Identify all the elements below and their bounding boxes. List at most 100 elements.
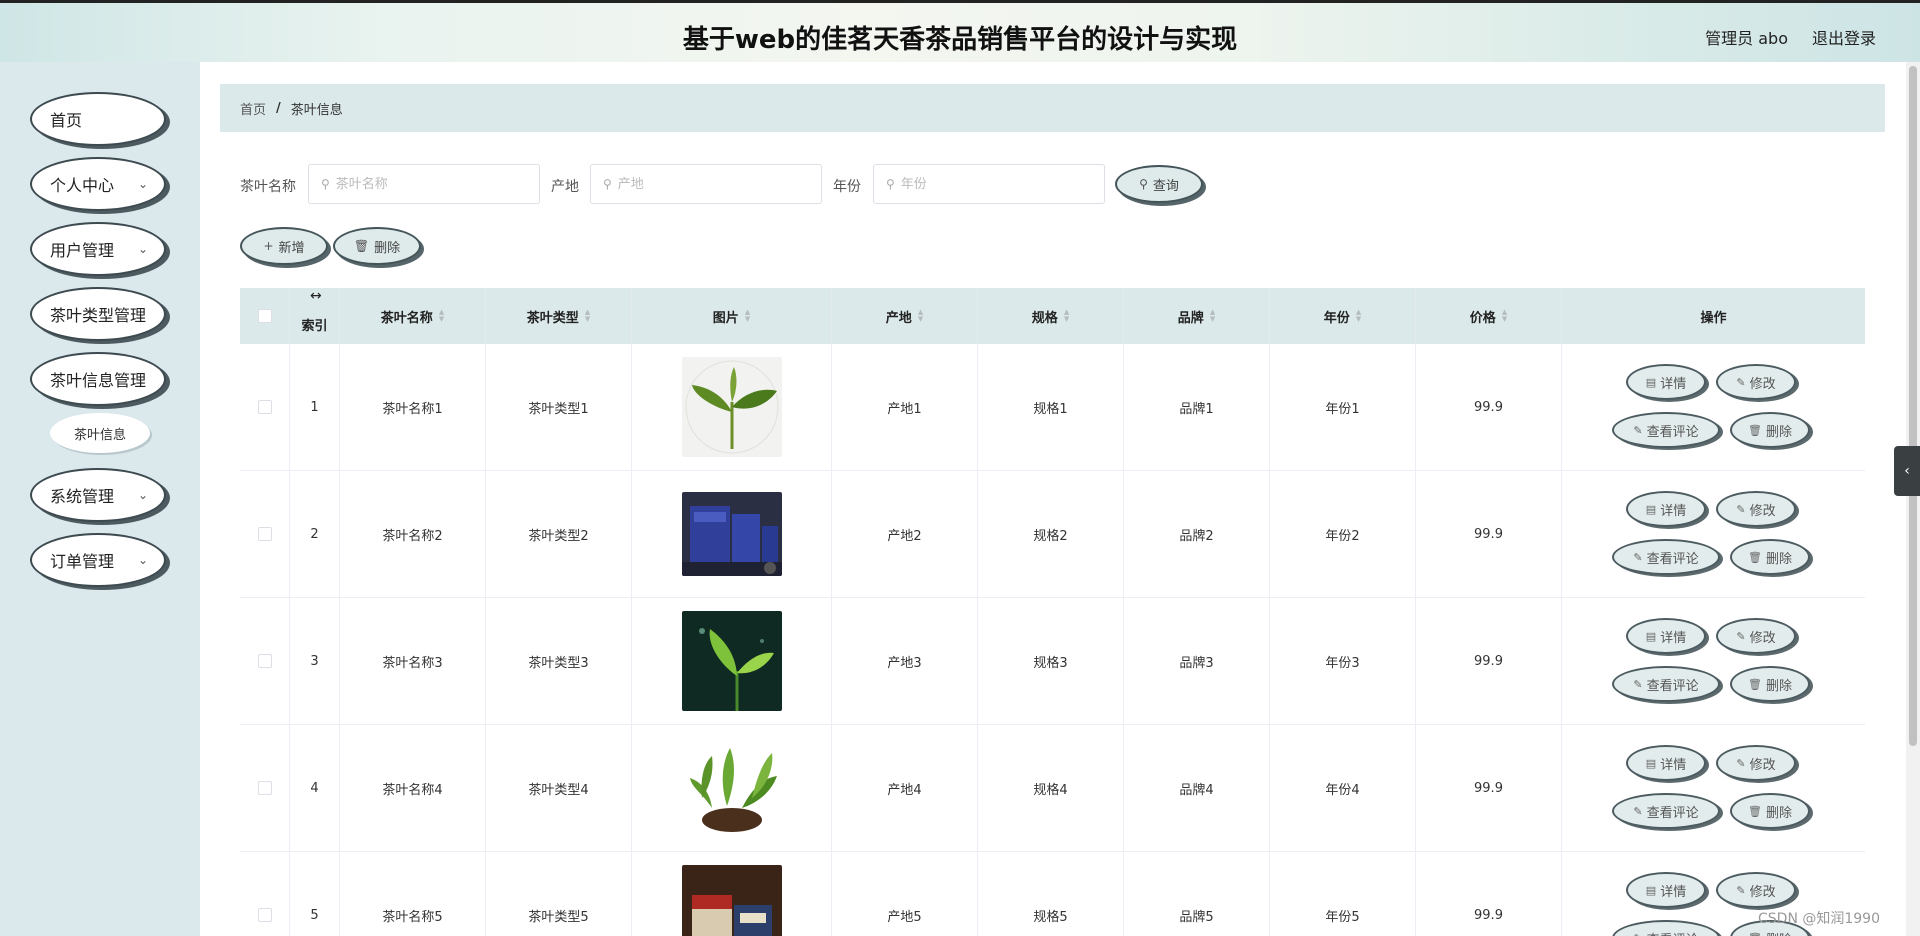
cell-year: 年份1 xyxy=(1270,344,1416,470)
cell-brand: 品牌3 xyxy=(1124,598,1270,724)
add-button[interactable]: + 新增 xyxy=(240,227,328,265)
cell-index: 5 xyxy=(290,852,340,936)
column-header-brand[interactable]: 品牌 ▲ ▼ xyxy=(1124,288,1270,344)
column-header-year[interactable]: 年份 ▲ ▼ xyxy=(1270,288,1416,344)
sidebar-subitem-tea-info[interactable]: 茶叶信息 xyxy=(50,413,150,453)
query-button[interactable]: ⚲ 查询 xyxy=(1115,165,1203,203)
row-select-cell xyxy=(240,598,290,724)
search-origin-label: 产地 xyxy=(551,179,579,195)
row-select-cell xyxy=(240,344,290,470)
cell-actions: ▤详情 ✎修改 ✎查看评论 🗑删除 xyxy=(1562,471,1865,597)
column-resize-icon[interactable]: ↔ xyxy=(310,288,322,304)
tea-image xyxy=(681,865,782,936)
delete-button[interactable]: 🗑删除 xyxy=(1730,539,1810,575)
detail-button[interactable]: ▤ 详情 xyxy=(1626,745,1706,781)
cell-price: 99.9 xyxy=(1416,344,1562,470)
column-header-origin[interactable]: 产地 ▲ ▼ xyxy=(832,288,978,344)
sidebar-item-profile[interactable]: 个人中心 ⌄ xyxy=(30,157,166,211)
column-header-spec[interactable]: 规格 ▲ ▼ xyxy=(978,288,1124,344)
search-icon: ⚲ xyxy=(886,177,895,191)
scrollbar-thumb[interactable] xyxy=(1909,66,1917,746)
cell-index: 2 xyxy=(290,471,340,597)
trash-icon: 🗑 xyxy=(1748,677,1762,691)
sort-icon: ▲ ▼ xyxy=(1501,308,1508,323)
breadcrumb-home[interactable]: 首页 xyxy=(240,99,266,118)
column-header-price[interactable]: 价格 ▲ ▼ xyxy=(1416,288,1562,344)
search-name-input[interactable] xyxy=(335,176,526,192)
column-header-name[interactable]: 茶叶名称 ▲ ▼ xyxy=(340,288,486,344)
view-comments-button[interactable]: ✎查看评论 xyxy=(1612,412,1720,448)
search-year-input[interactable] xyxy=(900,176,1091,192)
sidebar-item-users[interactable]: 用户管理 ⌄ xyxy=(30,222,166,276)
column-header-type[interactable]: 茶叶类型 ▲ ▼ xyxy=(486,288,632,344)
cell-origin: 产地5 xyxy=(832,852,978,936)
document-icon: ▤ xyxy=(1645,756,1657,770)
pencil-icon: ✎ xyxy=(1633,932,1642,936)
cell-image xyxy=(632,598,832,724)
delete-button[interactable]: 🗑删除 xyxy=(1730,412,1810,448)
sidebar-item-tea-types[interactable]: 茶叶类型管理 xyxy=(30,287,166,341)
sort-icon: ▲ ▼ xyxy=(438,308,445,323)
row-checkbox[interactable] xyxy=(257,781,272,795)
cell-spec: 规格1 xyxy=(978,344,1124,470)
search-year-label: 年份 xyxy=(833,179,861,195)
delete-button[interactable]: 🗑删除 xyxy=(1730,666,1810,702)
cell-price: 99.9 xyxy=(1416,852,1562,936)
detail-button[interactable]: ▤ 详情 xyxy=(1626,618,1706,654)
sidebar-item-tea-info[interactable]: 茶叶信息管理 xyxy=(30,352,166,406)
sidebar-item-label: 首页 xyxy=(50,111,83,130)
cell-price: 99.9 xyxy=(1416,725,1562,851)
cell-name: 茶叶名称1 xyxy=(340,344,486,470)
sidebar-item-home[interactable]: 首页 xyxy=(30,92,166,146)
edit-button[interactable]: ✎ 修改 xyxy=(1716,618,1796,654)
cell-name: 茶叶名称2 xyxy=(340,471,486,597)
row-checkbox[interactable] xyxy=(257,527,272,541)
sort-icon: ▲ ▼ xyxy=(1209,308,1216,323)
view-comments-button[interactable]: ✎查看评论 xyxy=(1612,539,1720,575)
detail-button[interactable]: ▤ 详情 xyxy=(1626,491,1706,527)
row-checkbox[interactable] xyxy=(257,400,272,414)
select-all-checkbox[interactable] xyxy=(257,309,272,323)
view-comments-button[interactable]: ✎查看评论 xyxy=(1612,793,1720,829)
sort-icon: ▲ ▼ xyxy=(744,308,751,323)
plus-icon: + xyxy=(263,239,274,253)
row-select-cell xyxy=(240,852,290,936)
page-scrollbar[interactable] xyxy=(1906,62,1920,936)
logout-link[interactable]: 退出登录 xyxy=(1812,25,1876,49)
edit-button[interactable]: ✎ 修改 xyxy=(1716,872,1796,908)
search-origin-input[interactable] xyxy=(617,176,808,192)
tea-image xyxy=(681,357,782,457)
chevron-left-icon[interactable]: ‹ xyxy=(1894,446,1920,496)
app-title: 基于web的佳茗天香茶品销售平台的设计与实现 xyxy=(682,25,1238,55)
chevron-down-icon: ⌄ xyxy=(137,177,148,191)
table-row: 4 茶叶名称4 茶叶类型4 产地4 规格4 品牌4 年份4 99.9 ▤详情 xyxy=(240,725,1865,852)
pencil-icon: ✎ xyxy=(1736,629,1746,643)
search-name-field: ⚲ xyxy=(308,164,540,204)
pencil-icon: ✎ xyxy=(1633,550,1643,564)
sidebar-item-orders[interactable]: 订单管理 ⌄ xyxy=(30,533,166,587)
edit-button[interactable]: ✎ 修改 xyxy=(1716,745,1796,781)
pencil-icon: ✎ xyxy=(1633,423,1643,437)
cell-name: 茶叶名称5 xyxy=(340,852,486,936)
cell-year: 年份3 xyxy=(1270,598,1416,724)
view-comments-button[interactable]: ✎查看评论 xyxy=(1612,666,1720,702)
sidebar-item-system[interactable]: 系统管理 ⌄ xyxy=(30,468,166,522)
column-header-image[interactable]: 图片 ▲ ▼ xyxy=(632,288,832,344)
detail-button[interactable]: ▤ 详情 xyxy=(1626,872,1706,908)
edit-button[interactable]: ✎ 修改 xyxy=(1716,364,1796,400)
edit-button[interactable]: ✎ 修改 xyxy=(1716,491,1796,527)
table-row: 5 茶叶名称5 茶叶类型5 产地5 规格5 品牌5 年份5 99.9 ▤ 详情 ✎… xyxy=(240,852,1865,936)
row-checkbox[interactable] xyxy=(257,654,272,668)
app-header: 基于web的佳茗天香茶品销售平台的设计与实现 管理员 abo 退出登录 xyxy=(0,0,1920,62)
cell-type: 茶叶类型5 xyxy=(486,852,632,936)
breadcrumb-separator: / xyxy=(276,100,281,116)
delete-button[interactable]: 🗑删除 xyxy=(1730,793,1810,829)
cell-type: 茶叶类型1 xyxy=(486,344,632,470)
chevron-down-icon: ⌄ xyxy=(137,488,148,502)
batch-delete-button[interactable]: 🗑 删除 xyxy=(333,227,421,265)
cell-spec: 规格5 xyxy=(978,852,1124,936)
view-comments-button[interactable]: ✎查看评论 xyxy=(1612,920,1720,936)
detail-button[interactable]: ▤ 详情 xyxy=(1626,364,1706,400)
row-checkbox[interactable] xyxy=(257,908,272,922)
document-icon: ▤ xyxy=(1645,502,1657,516)
